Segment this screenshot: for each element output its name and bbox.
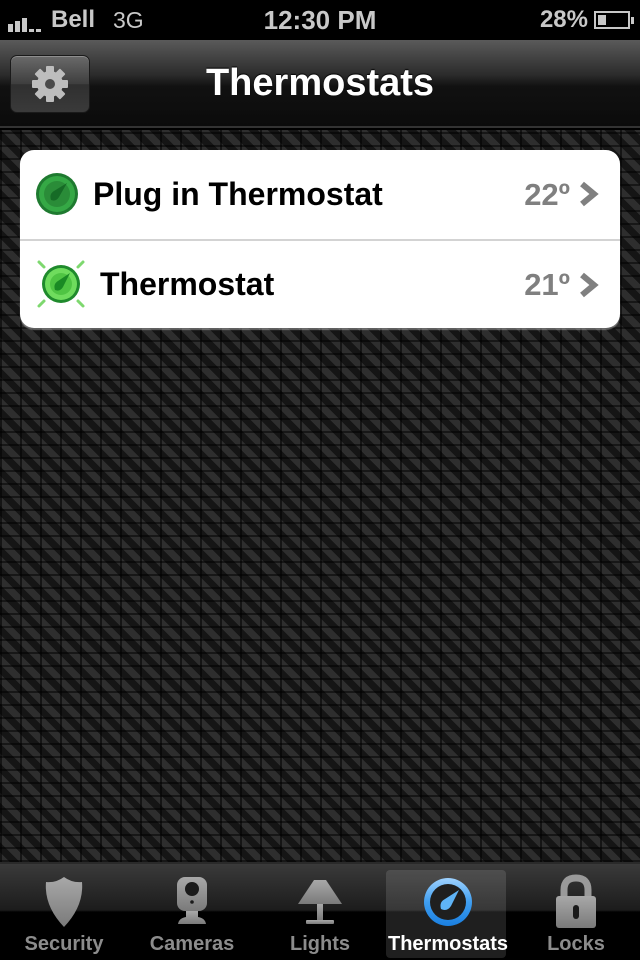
battery-percent: 28%: [539, 6, 588, 33]
thermostat-active-icon: [37, 260, 85, 308]
tab-bar: Security Cameras Lights Thermostats Lock…: [0, 862, 640, 960]
status-bar: Bell 3G 12:30 PM 28%: [0, 0, 640, 40]
page-title: Thermostats: [205, 62, 435, 104]
tab-cameras[interactable]: Cameras: [128, 864, 256, 960]
tab-thermostats[interactable]: Thermostats: [384, 864, 512, 960]
thermostat-icon: [36, 173, 78, 215]
shield-icon: [45, 877, 83, 927]
navigation-bar: Thermostats: [0, 40, 640, 128]
tab-label: Thermostats: [387, 933, 509, 955]
tab-label: Cameras: [149, 933, 235, 955]
tab-security[interactable]: Security: [0, 864, 128, 960]
tab-label: Locks: [547, 933, 605, 955]
thermostat-temperature: 22º: [524, 176, 570, 212]
thermostat-row[interactable]: Thermostat 21º: [20, 239, 620, 328]
battery-icon: [594, 11, 634, 29]
thermostat-name: Thermostat: [100, 266, 275, 302]
battery-fill: [598, 15, 606, 25]
thermostat-row[interactable]: Plug in Thermostat 22º: [20, 150, 620, 239]
tab-label: Security: [24, 933, 104, 955]
chevron-right-icon: [580, 181, 599, 207]
thermostat-list: Plug in Thermostat 22º Thermostat 21º: [20, 150, 620, 328]
chevron-right-icon: [580, 272, 599, 298]
tab-lights[interactable]: Lights: [256, 864, 384, 960]
tab-locks[interactable]: Locks: [512, 864, 640, 960]
status-right: 28%: [539, 6, 634, 34]
camera-icon: [177, 877, 207, 924]
tab-label: Lights: [290, 933, 350, 955]
content-area: Plug in Thermostat 22º Thermostat 21º: [0, 130, 640, 862]
lamp-icon: [298, 880, 342, 924]
lock-icon: [556, 874, 596, 928]
gauge-icon: [424, 878, 472, 926]
thermostat-temperature: 21º: [524, 266, 570, 302]
thermostat-name: Plug in Thermostat: [93, 176, 383, 212]
